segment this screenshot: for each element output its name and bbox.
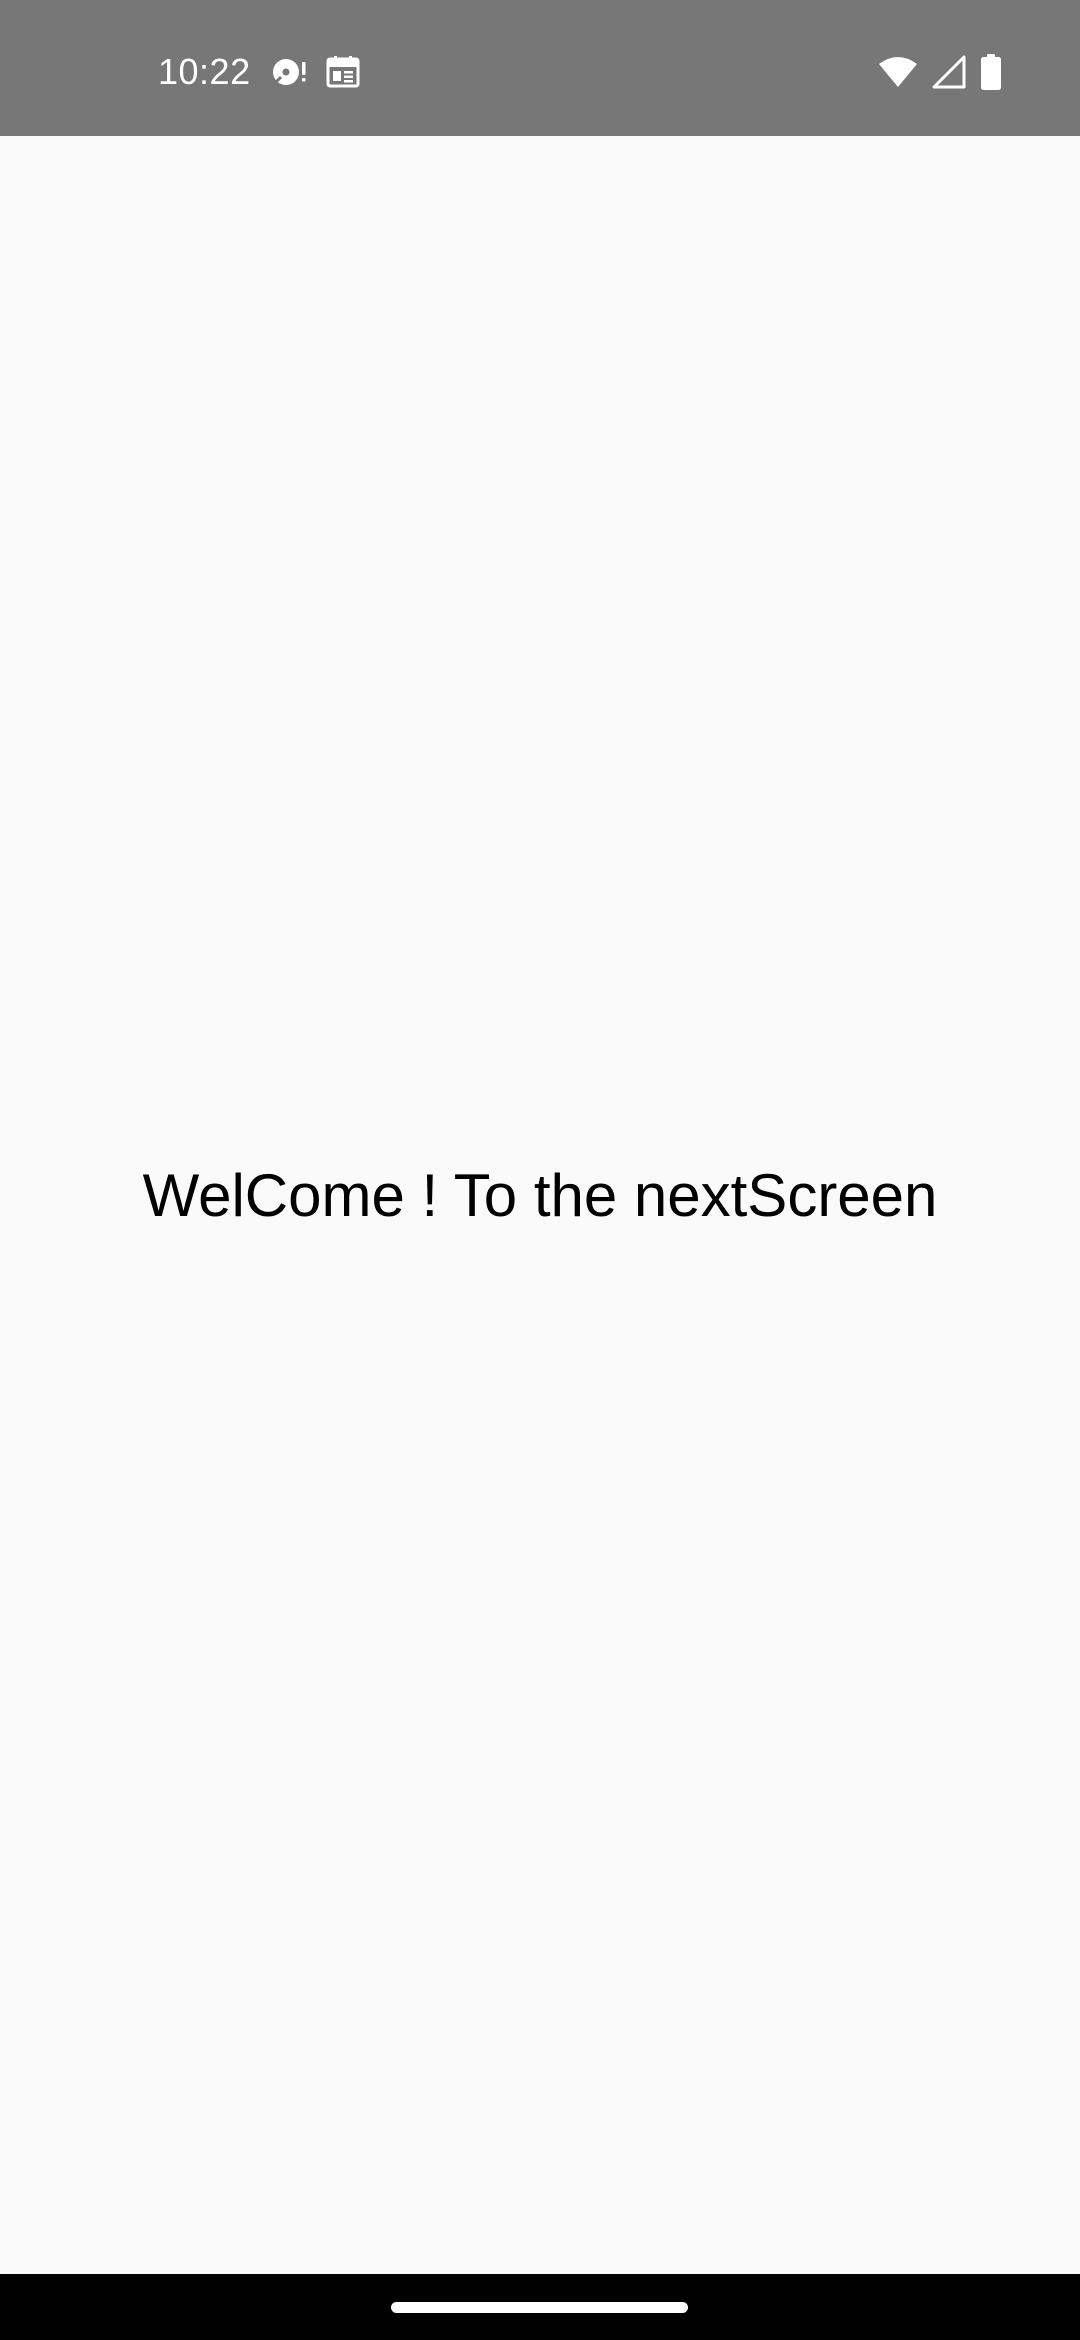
wifi-icon [878, 56, 918, 88]
welcome-message: WelCome ! To the nextScreen [142, 1162, 938, 1229]
status-time: 10:22 [158, 51, 251, 92]
calendar-icon [326, 56, 360, 88]
status-bar: 10:22 [0, 0, 1080, 136]
gesture-handle-icon[interactable] [391, 2302, 688, 2313]
cellular-signal-icon [932, 55, 966, 89]
battery-icon [980, 54, 1002, 90]
navigation-bar [0, 2274, 1080, 2340]
status-left-icons [272, 54, 360, 90]
status-right-icons [878, 54, 1002, 90]
media-disc-alert-icon [272, 56, 308, 88]
